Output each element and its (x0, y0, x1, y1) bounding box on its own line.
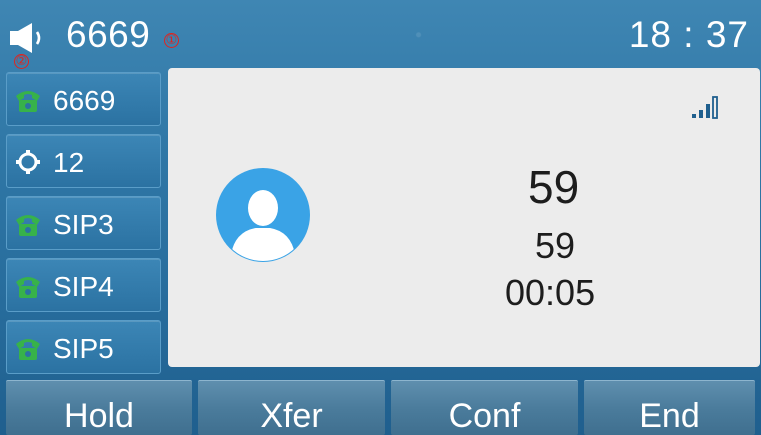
line-key-label: SIP4 (53, 271, 114, 302)
marker-2: ② (14, 54, 29, 69)
hd-signal-icon (692, 96, 718, 119)
transfer-button[interactable]: Xfer (198, 380, 385, 435)
phone-screen: 6669 18 : 37 ① ② ③ ④ ⑤ ⑥ 6669 12 (0, 0, 761, 435)
contact-avatar-icon (216, 168, 310, 262)
line-key-5[interactable]: SIP5 (6, 320, 161, 374)
status-bar: 6669 18 : 37 (0, 0, 761, 66)
caller-name: 59 (528, 161, 580, 213)
line-key-label: 6669 (53, 85, 116, 116)
softkey-bar: Hold Xfer Conf End (0, 380, 761, 435)
account-title: 6669 (66, 14, 151, 55)
speakerphone-icon (10, 23, 41, 53)
dnd-icon (16, 150, 40, 174)
phone-icon (16, 339, 40, 360)
end-call-button[interactable]: End (584, 380, 755, 435)
line-key-label: SIP5 (53, 333, 114, 364)
caller-number: 59 (535, 225, 576, 266)
hold-button[interactable]: Hold (6, 380, 192, 435)
clock: 18 : 37 (628, 14, 749, 55)
phone-icon (16, 215, 40, 236)
conference-button[interactable]: Conf (391, 380, 578, 435)
line-key-label: SIP3 (53, 209, 114, 240)
phone-icon (16, 91, 40, 112)
phone-icon (16, 277, 40, 298)
line-key-1[interactable]: 6669 (6, 72, 161, 126)
call-duration: 00:05 (505, 272, 596, 313)
line-key-2[interactable]: 12 (6, 134, 161, 188)
line-key-4[interactable]: SIP4 (6, 258, 161, 312)
marker-1: ① (164, 33, 179, 48)
line-key-3[interactable]: SIP3 (6, 196, 161, 250)
line-key-label: 12 (53, 147, 85, 178)
